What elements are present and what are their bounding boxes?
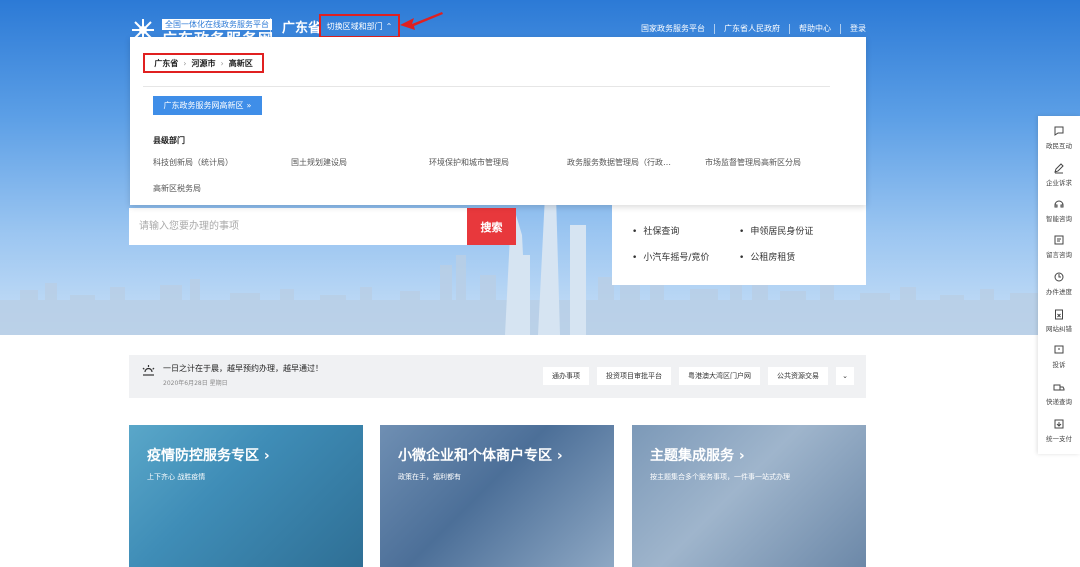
complaint-icon <box>1054 345 1064 354</box>
current-province: 广东省 <box>282 21 322 36</box>
pen-icon <box>1054 163 1064 174</box>
hot-service-item[interactable]: 社保查询 <box>632 224 679 237</box>
department-list: 科技创新局（统计局） 国土规划建设局 环境保护和城市管理局 政务服务数据管理局（… <box>153 157 843 194</box>
sidebar-item-message[interactable]: 留言咨询 <box>1038 234 1080 270</box>
message-icon <box>1054 235 1064 245</box>
feature-card-small-business[interactable]: 小微企业和个体商户专区 › 政策在手，福利都有 <box>380 425 614 567</box>
headset-icon <box>1054 200 1064 208</box>
annotation-arrow-switch <box>400 12 443 30</box>
region-breadcrumb: 广东省 › 河源市 › 高新区 <box>143 53 264 73</box>
department-section-title: 县级部门 <box>153 136 185 145</box>
switch-region-button[interactable]: 切换区域和部门 ⌃ <box>319 14 400 38</box>
sidebar-item-error-report[interactable]: 网站纠错 <box>1038 308 1080 344</box>
logo-subtitle: 全国一体化在线政务服务平台 <box>162 19 272 30</box>
hot-service-item[interactable]: 申领居民身份证 <box>739 224 813 237</box>
sidebar-item-progress[interactable]: 办件进度 <box>1038 271 1080 307</box>
sidebar-item-label: 智能咨询 <box>1046 215 1072 223</box>
department-link[interactable]: 政务服务数据管理局（行政… <box>567 157 705 168</box>
region-department-dropdown: 广东省 › 河源市 › 高新区 广东政务服务网高新区 » 县级部门 科技创新局（… <box>130 37 866 205</box>
sidebar-item-label: 快递查询 <box>1046 398 1072 406</box>
department-link[interactable]: 市场监督管理局高新区分局 <box>705 157 843 168</box>
breadcrumb-item[interactable]: 高新区 <box>229 58 253 69</box>
sidebar-item-smart-consult[interactable]: 智能咨询 <box>1038 198 1080 234</box>
sunrise-icon <box>142 365 155 376</box>
link-login[interactable]: 登录 <box>850 23 866 34</box>
pay-icon <box>1054 419 1064 429</box>
feature-card-title: 主题集成服务 › <box>650 448 745 464</box>
link-provincial-government[interactable]: 广东省人民政府 <box>724 23 780 34</box>
truck-icon <box>1053 384 1065 391</box>
search-button[interactable]: 搜索 <box>467 208 516 245</box>
double-chevron-right-icon: » <box>246 101 252 110</box>
right-floating-toolbar: 政民互动 企业诉求 智能咨询 留言咨询 办件进度 网站纠错 投诉 快递查询 统一… <box>1038 116 1080 454</box>
hot-service-item[interactable]: 小汽车摇号/竞价 <box>632 250 709 263</box>
feature-card-title: 疫情防控服务专区 › <box>147 448 270 464</box>
sidebar-item-interaction[interactable]: 政民互动 <box>1038 125 1080 161</box>
quick-links: 通办事项 投资项目审批平台 粤港澳大湾区门户网 公共资源交易 ⌄ <box>543 367 854 385</box>
notice-text: 一日之计在于晨，越早预约办理，越早通过！ <box>163 364 323 373</box>
sidebar-item-express[interactable]: 快递查询 <box>1038 381 1080 417</box>
link-help-center[interactable]: 帮助中心 <box>799 23 831 34</box>
department-link[interactable]: 高新区税务局 <box>153 183 291 194</box>
clipboard-icon <box>1055 309 1063 320</box>
link-divider <box>789 23 790 34</box>
link-national-platform[interactable]: 国家政务服务平台 <box>641 23 705 34</box>
progress-icon <box>1054 272 1064 282</box>
top-nav-links: 国家政务服务平台 广东省人民政府 帮助中心 登录 <box>641 23 866 34</box>
header-divider <box>270 18 271 36</box>
department-link[interactable]: 科技创新局（统计局） <box>153 157 291 168</box>
sidebar-item-label: 统一支付 <box>1046 435 1072 443</box>
sidebar-item-label: 办件进度 <box>1046 288 1072 296</box>
feature-card-epidemic[interactable]: 疫情防控服务专区 › 上下齐心 战胜疫情 <box>129 425 363 567</box>
zone-portal-label: 广东政务服务网高新区 <box>163 101 244 110</box>
feature-card-subtitle: 上下齐心 战胜疫情 <box>147 473 206 481</box>
zone-portal-button[interactable]: 广东政务服务网高新区 » <box>153 96 262 115</box>
breadcrumb-item[interactable]: 广东省 <box>154 58 178 69</box>
panel-divider <box>143 86 830 87</box>
chat-icon <box>1054 126 1064 136</box>
chevron-up-icon: ⌃ <box>385 21 393 31</box>
breadcrumb-item[interactable]: 河源市 <box>192 58 216 69</box>
breadcrumb-chevron-icon: › <box>183 58 187 68</box>
feature-card-title: 小微企业和个体商户专区 › <box>398 448 563 464</box>
feature-card-subtitle: 政策在手，福利都有 <box>398 473 461 481</box>
search-input[interactable] <box>129 208 467 245</box>
sidebar-item-label: 网站纠错 <box>1046 325 1072 333</box>
sidebar-item-complaint[interactable]: 投诉 <box>1038 344 1080 380</box>
feature-card-subtitle: 按主题集合多个服务事项，一件事一站式办理 <box>650 473 790 481</box>
hot-services-card: 社保查询 申领居民身份证 小汽车摇号/竞价 公租房租赁 <box>612 205 866 285</box>
link-divider <box>840 23 841 34</box>
department-link[interactable]: 环境保护和城市管理局 <box>429 157 567 168</box>
link-divider <box>714 23 715 34</box>
sidebar-item-label: 投诉 <box>1052 361 1066 369</box>
quick-link-button[interactable]: 公共资源交易 <box>768 367 828 385</box>
quick-link-button[interactable]: 投资项目审批平台 <box>597 367 671 385</box>
hot-service-item[interactable]: 公租房租赁 <box>739 250 795 263</box>
sidebar-item-label: 留言咨询 <box>1046 251 1072 259</box>
quick-link-button[interactable]: 粤港澳大湾区门户网 <box>679 367 760 385</box>
breadcrumb-chevron-icon: › <box>220 58 224 68</box>
sidebar-item-payment[interactable]: 统一支付 <box>1038 418 1080 454</box>
department-link[interactable]: 国土规划建设局 <box>291 157 429 168</box>
feature-card-theme-services[interactable]: 主题集成服务 › 按主题集合多个服务事项，一件事一站式办理 <box>632 425 866 567</box>
sidebar-item-enterprise-appeal[interactable]: 企业诉求 <box>1038 162 1080 198</box>
expand-chevron-down-icon[interactable]: ⌄ <box>836 367 854 385</box>
quick-link-button[interactable]: 通办事项 <box>543 367 589 385</box>
notice-bar: 一日之计在于晨，越早预约办理，越早通过！ 2020年6月28日 星期日 通办事项… <box>129 355 866 398</box>
sidebar-item-label: 政民互动 <box>1046 142 1072 150</box>
sidebar-item-label: 企业诉求 <box>1046 179 1072 187</box>
switch-region-label: 切换区域和部门 <box>326 21 383 31</box>
notice-date: 2020年6月28日 星期日 <box>163 380 228 387</box>
